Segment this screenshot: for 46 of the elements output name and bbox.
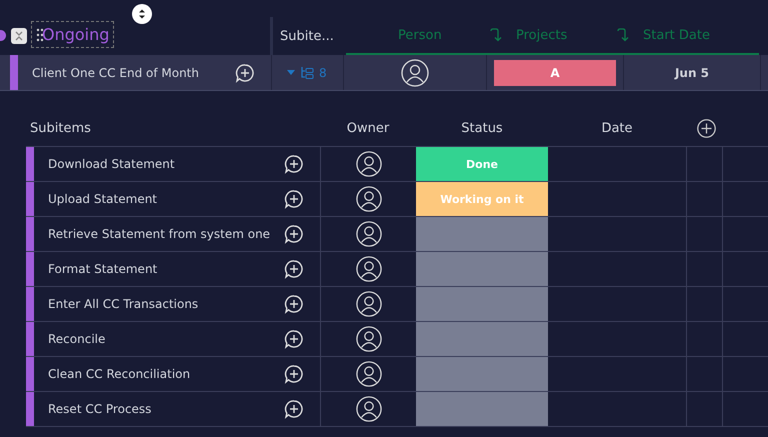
group-title[interactable]: Ongoing (31, 21, 114, 48)
add-update-icon[interactable] (284, 224, 304, 244)
add-update-icon[interactable] (284, 259, 304, 279)
subitem-name[interactable]: Clean CC Reconciliation (48, 367, 284, 381)
start-date[interactable]: Jun 5 (674, 66, 710, 80)
person-icon[interactable] (356, 291, 382, 317)
column-header: Date (600, 121, 634, 136)
subitem-name[interactable]: Upload Statement (48, 192, 284, 206)
caret-icon (287, 70, 295, 76)
color-bar (10, 55, 18, 90)
subitem-name[interactable]: Download Statement (48, 157, 284, 171)
subitem-name[interactable]: Retrieve Statement from system one (48, 227, 284, 241)
arrow-icon (490, 28, 502, 42)
add-update-icon[interactable] (235, 62, 255, 82)
add-column-icon[interactable] (696, 119, 716, 138)
subitem-name[interactable]: Reconcile (48, 332, 284, 346)
arrow-icon (617, 28, 629, 42)
item-name: Client One CC End of Month (32, 66, 200, 80)
group-title-text: Ongoing (42, 25, 110, 44)
subitem-name[interactable]: Format Statement (48, 262, 284, 276)
column-header: Status (460, 121, 504, 136)
person-icon[interactable] (401, 58, 429, 86)
add-update-icon[interactable] (284, 364, 304, 384)
person-icon[interactable] (356, 151, 382, 177)
subitems-icon (300, 66, 314, 80)
subitem-name[interactable]: Enter All CC Transactions (48, 297, 284, 311)
add-update-icon[interactable] (284, 294, 304, 314)
person-icon[interactable] (356, 326, 382, 352)
collapse-icon (13, 30, 25, 42)
person-icon[interactable] (356, 186, 382, 212)
person-icon[interactable] (356, 361, 382, 387)
add-update-icon[interactable] (284, 154, 304, 174)
drag-handle-icon[interactable] (36, 28, 44, 42)
person-icon[interactable] (356, 396, 382, 422)
person-icon[interactable] (356, 256, 382, 282)
item-cell[interactable]: Client One CC End of Month (10, 55, 272, 90)
sort-icon[interactable] (132, 4, 152, 24)
add-update-icon[interactable] (284, 189, 304, 209)
add-update-icon[interactable] (284, 329, 304, 349)
add-update-icon[interactable] (284, 399, 304, 419)
subitem-name[interactable]: Reset CC Process (48, 402, 284, 416)
column-header: Owner (346, 121, 390, 136)
person-icon[interactable] (356, 221, 382, 247)
column-header: Subitems (29, 121, 92, 136)
collapse-button[interactable] (11, 28, 27, 44)
column-header[interactable]: Subite... (280, 28, 334, 44)
